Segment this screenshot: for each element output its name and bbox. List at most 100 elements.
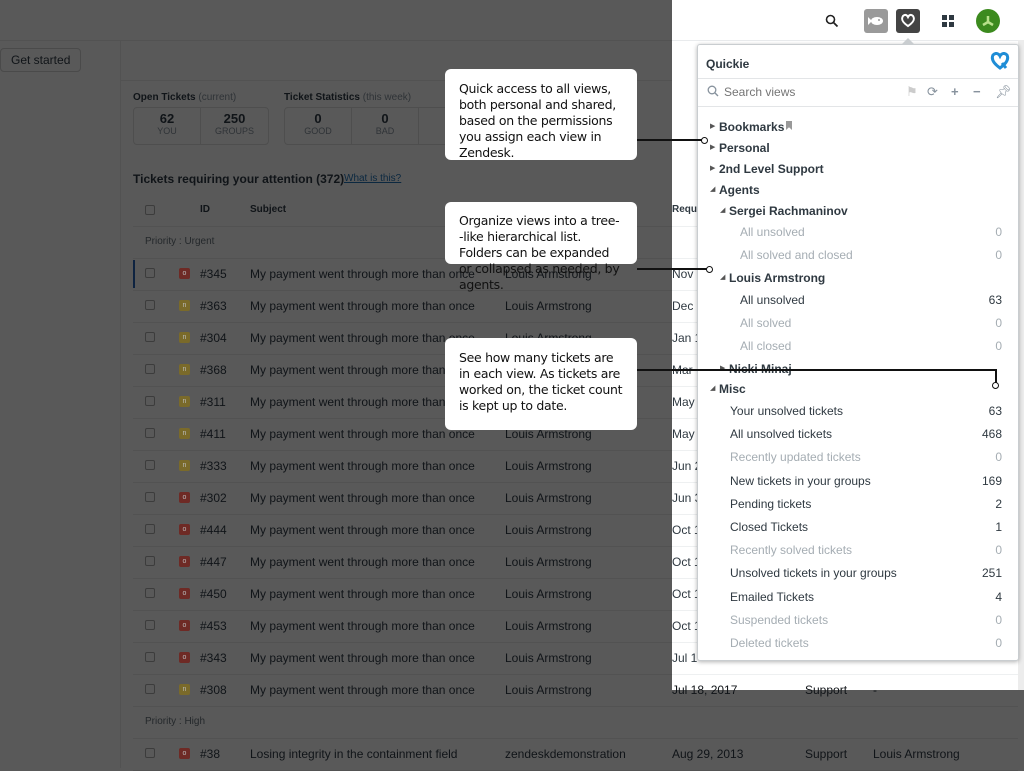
ticket-requester: Louis Armstrong (505, 587, 592, 601)
stat-value: 250 (223, 111, 246, 126)
ticket-subject[interactable]: My payment went through more than once (250, 587, 475, 601)
view-count: 0 (995, 225, 1002, 239)
row-checkbox[interactable] (145, 684, 155, 694)
ticket-id[interactable]: #363 (200, 299, 227, 313)
ticket-id[interactable]: #450 (200, 587, 227, 601)
status-badge: o (179, 748, 190, 759)
tree-item-label: Recently updated tickets (730, 450, 861, 464)
ticket-id[interactable]: #333 (200, 459, 227, 473)
ticket-subject[interactable]: My payment went through more than once (250, 651, 475, 665)
caret-down-icon[interactable]: ◢ (710, 384, 715, 392)
what-is-this-link[interactable]: What is this? (344, 173, 401, 184)
panel-caret (902, 38, 914, 44)
caret-down-icon[interactable]: ◢ (720, 273, 725, 281)
row-checkbox[interactable] (145, 620, 155, 630)
ticket-id[interactable]: #368 (200, 363, 227, 377)
ticket-requested: Aug 29, 2013 (672, 747, 744, 761)
stat-good: 0 GOOD (285, 108, 352, 144)
ticket-id[interactable]: #304 (200, 331, 227, 345)
row-checkbox[interactable] (145, 332, 155, 342)
ticket-subject[interactable]: My payment went through more than once (250, 555, 475, 569)
ticket-id[interactable]: #444 (200, 523, 227, 537)
caret-right-icon[interactable]: ▶ (710, 143, 715, 151)
status-badge: n (179, 332, 190, 343)
ticket-subject[interactable]: My payment went through more than once (250, 619, 475, 633)
ticket-id[interactable]: #343 (200, 651, 227, 665)
ticket-id[interactable]: #447 (200, 555, 227, 569)
expand-all-icon[interactable]: + (951, 84, 959, 99)
ticket-id[interactable]: #411 (200, 427, 226, 441)
stat-groups[interactable]: 250 GROUPS (201, 108, 268, 144)
pin-icon[interactable]: 📌︎ (995, 84, 1012, 100)
row-checkbox[interactable] (145, 652, 155, 662)
row-divider (672, 706, 1018, 707)
ticket-subject[interactable]: My payment went through more than once (250, 395, 475, 409)
ticket-subject[interactable]: My payment went through more than once (250, 331, 475, 345)
ticket-id[interactable]: #302 (200, 491, 227, 505)
ticket-subject[interactable]: My payment went through more than once (250, 459, 475, 473)
ticket-subject[interactable]: My payment went through more than once (250, 523, 475, 537)
row-checkbox[interactable] (145, 556, 155, 566)
column-requested[interactable]: Requ (672, 204, 697, 215)
row-checkbox[interactable] (145, 492, 155, 502)
callout-tree: Organize views into a tree--like hierarc… (445, 202, 637, 292)
row-checkbox[interactable] (145, 300, 155, 310)
ticket-requester: zendeskdemonstration (505, 747, 626, 761)
row-checkbox[interactable] (145, 524, 155, 534)
avatar[interactable] (976, 9, 1000, 33)
row-checkbox[interactable] (145, 268, 155, 278)
view-count: 0 (995, 636, 1002, 650)
ticket-requester: Louis Armstrong (505, 555, 592, 569)
ticket-subject[interactable]: My payment went through more than once (250, 299, 475, 313)
ticket-requested: Jul 18, 2017 (672, 683, 738, 697)
ticket-subject[interactable]: Losing integrity in the containment fiel… (250, 747, 457, 761)
collapse-all-icon[interactable]: − (973, 84, 981, 99)
row-checkbox[interactable] (145, 428, 155, 438)
row-checkbox[interactable] (145, 460, 155, 470)
apps-grid-icon[interactable] (936, 9, 960, 33)
stat-you[interactable]: 62 YOU (134, 108, 201, 144)
quickie-app-icon[interactable] (896, 9, 920, 33)
ticket-id[interactable]: #311 (200, 395, 226, 409)
row-checkbox[interactable] (145, 396, 155, 406)
ticket-requester: Louis Armstrong (505, 491, 592, 505)
tree-item-label: All solved and closed (740, 248, 853, 262)
column-id[interactable]: ID (200, 204, 210, 215)
tree-item-label: Bookmarks (719, 120, 785, 134)
row-checkbox[interactable] (145, 748, 155, 758)
caret-down-icon[interactable]: ◢ (720, 206, 725, 214)
refresh-icon[interactable]: ⟳ (927, 84, 938, 100)
caret-right-icon[interactable]: ▶ (710, 122, 715, 130)
search-icon[interactable] (820, 9, 844, 33)
tree-item-misc[interactable] (698, 380, 1018, 400)
view-count: 2 (995, 497, 1002, 511)
fish-app-icon[interactable] (864, 9, 888, 33)
ticket-subject[interactable]: My payment went through more than once (250, 267, 475, 281)
get-started-button[interactable]: Get started (0, 48, 82, 72)
view-count: 169 (981, 474, 1002, 488)
ticket-subject[interactable]: My payment went through more than once (250, 427, 475, 441)
tree-item-label: All closed (740, 339, 792, 353)
ticket-id[interactable]: #308 (200, 683, 227, 697)
ticket-id[interactable]: #453 (200, 619, 227, 633)
divider (698, 106, 1018, 107)
callout-connector (637, 268, 707, 270)
open-tickets-title: Open Tickets (133, 92, 196, 103)
bookmark-add-icon[interactable]: ⚑ (906, 84, 918, 100)
caret-down-icon[interactable]: ◢ (710, 185, 715, 193)
ticket-id[interactable]: #345 (200, 267, 227, 281)
ticket-assignee: - (873, 683, 877, 697)
ticket-id[interactable]: #38 (200, 747, 220, 761)
row-checkbox[interactable] (145, 588, 155, 598)
ticket-subject[interactable]: My payment went through more than once (250, 363, 475, 377)
ticket-subject[interactable]: My payment went through more than once (250, 683, 475, 697)
callout-connector (637, 139, 702, 141)
select-all-checkbox[interactable] (145, 205, 155, 215)
ticket-subject[interactable]: My payment went through more than once (250, 491, 475, 505)
search-views-input[interactable] (724, 85, 884, 99)
list-title: Tickets requiring your attention (372) (133, 172, 345, 186)
row-checkbox[interactable] (145, 364, 155, 374)
column-subject[interactable]: Subject (250, 204, 286, 215)
caret-right-icon[interactable]: ▶ (710, 164, 715, 172)
view-count: 0 (995, 613, 1002, 627)
